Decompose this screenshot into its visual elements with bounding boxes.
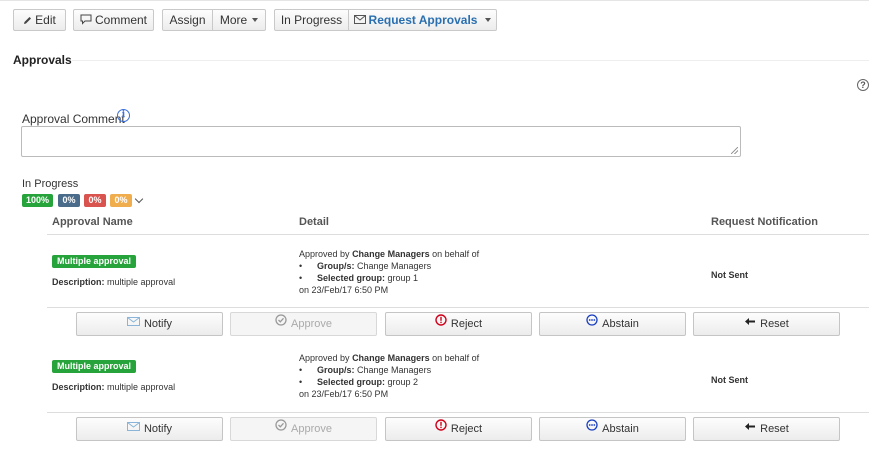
col-header-request-notification: Request Notification [711, 216, 818, 228]
pencil-icon [23, 11, 32, 24]
reject-button[interactable]: Reject [385, 312, 532, 336]
notify-label: Notify [143, 423, 173, 435]
abstain-button[interactable]: Abstain [539, 417, 686, 441]
description-label: Description: [52, 382, 105, 392]
detail-prefix: Approved by [299, 249, 350, 259]
comment-button[interactable]: Comment [73, 9, 154, 31]
description-value: multiple approval [107, 382, 176, 392]
notify-label: Notify [143, 318, 173, 330]
progress-label: In Progress [22, 178, 79, 190]
reject-label: Reject [450, 423, 483, 435]
reject-label: Reject [450, 318, 483, 330]
approval-type-tag: Multiple approval [52, 360, 137, 373]
reset-button[interactable]: Reset [693, 417, 840, 441]
envelope-icon [126, 312, 140, 334]
col-header-approval-name: Approval Name [52, 216, 133, 228]
check-circle-icon [275, 417, 287, 439]
help-icon[interactable]: ? [857, 79, 869, 91]
approve-label: Approve [291, 318, 332, 330]
description-label: Description: [52, 277, 105, 287]
description-value: multiple approval [107, 277, 176, 287]
assign-button[interactable]: Assign [162, 9, 213, 31]
envelope-icon [353, 10, 366, 24]
detail-group: Change Managers [352, 249, 430, 259]
abstain-button[interactable]: Abstain [539, 312, 686, 336]
status-label: In Progress [280, 13, 343, 27]
detail-prefix: Approved by [299, 353, 350, 363]
more-label: More [219, 13, 248, 27]
exclamation-circle-icon [435, 417, 447, 439]
progress-badge-abstained: 0% [110, 194, 132, 207]
abstain-label: Abstain [602, 318, 639, 330]
approval-detail: Approved by Change Managers on behalf of… [299, 248, 479, 296]
row-divider [47, 412, 869, 413]
comment-label: Comment [94, 13, 147, 27]
edit-label: Edit [35, 13, 56, 27]
approval-comment-textarea[interactable] [21, 126, 741, 157]
status-button[interactable]: In Progress [274, 9, 349, 31]
reset-button[interactable]: Reset [693, 312, 840, 336]
approval-type-tag: Multiple approval [52, 255, 137, 268]
more-dropdown[interactable]: More [213, 9, 266, 31]
section-title: Approvals [13, 53, 72, 67]
approval-description: Description: multiple approval [52, 382, 175, 392]
resize-handle-icon[interactable] [731, 147, 738, 154]
selected-group-label: Selected group: [317, 377, 386, 387]
progress-badge-rejected: 0% [84, 194, 106, 207]
groups-label: Group/s: [317, 261, 355, 271]
assign-label: Assign [169, 13, 206, 27]
detail-group: Change Managers [352, 353, 430, 363]
progress-badge-approved: 100% [22, 194, 53, 207]
caret-down-icon [252, 17, 259, 22]
approval-date: on 23/Feb/17 6:50 PM [299, 389, 389, 399]
selected-group-value: group 2 [387, 377, 419, 387]
request-approvals-dropdown[interactable]: Request Approvals [349, 9, 497, 31]
reset-label: Reset [760, 318, 789, 330]
ellipsis-circle-icon [586, 312, 598, 334]
top-divider [0, 0, 869, 1]
row-divider [47, 307, 869, 308]
approval-comment-label: Approval Comment [22, 112, 125, 126]
detail-suffix: on behalf of [432, 249, 480, 259]
approve-label: Approve [291, 423, 332, 435]
check-circle-icon [275, 312, 287, 334]
envelope-icon [126, 417, 140, 439]
approve-button[interactable]: Approve [230, 312, 377, 336]
section-divider [72, 60, 869, 61]
edit-button[interactable]: Edit [13, 9, 66, 31]
exclamation-circle-icon [435, 312, 447, 334]
arrow-left-icon [744, 417, 756, 439]
approve-button[interactable]: Approve [230, 417, 377, 441]
header-divider [47, 234, 869, 235]
request-approvals-label: Request Approvals [368, 13, 478, 27]
approval-detail: Approved by Change Managers on behalf of… [299, 352, 479, 400]
abstain-label: Abstain [602, 423, 639, 435]
groups-label: Group/s: [317, 365, 355, 375]
speech-bubble-icon [80, 11, 92, 25]
caret-down-icon [485, 17, 492, 22]
request-notification-status: Not Sent [711, 375, 748, 385]
reset-label: Reset [760, 423, 789, 435]
groups-value: Change Managers [357, 261, 432, 271]
ellipsis-circle-icon [586, 417, 598, 439]
groups-value: Change Managers [357, 365, 432, 375]
detail-suffix: on behalf of [432, 353, 480, 363]
arrow-left-icon [744, 312, 756, 334]
approval-description: Description: multiple approval [52, 277, 175, 287]
chevron-down-icon[interactable] [134, 194, 144, 204]
approval-date: on 23/Feb/17 6:50 PM [299, 285, 389, 295]
reject-button[interactable]: Reject [385, 417, 532, 441]
request-notification-status: Not Sent [711, 270, 748, 280]
selected-group-label: Selected group: [317, 273, 386, 283]
progress-badge-pending: 0% [58, 194, 80, 207]
notify-button[interactable]: Notify [76, 312, 223, 336]
col-header-detail: Detail [299, 216, 329, 228]
info-icon[interactable]: i [117, 109, 130, 122]
notify-button[interactable]: Notify [76, 417, 223, 441]
selected-group-value: group 1 [387, 273, 419, 283]
